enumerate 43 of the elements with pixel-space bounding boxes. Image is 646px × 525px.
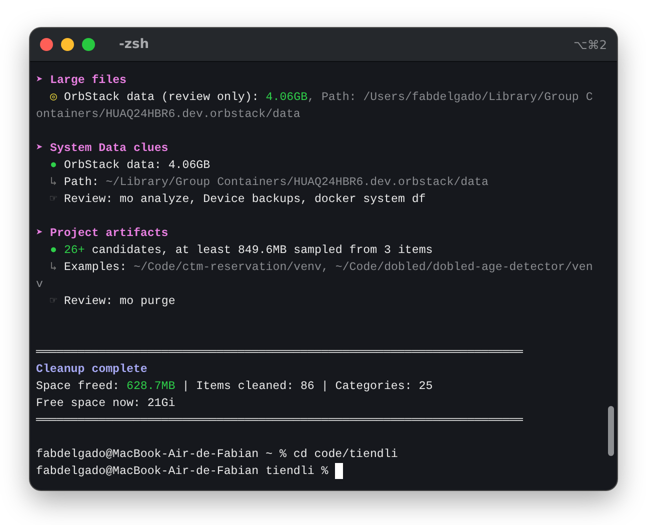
status-marker: ◎: [50, 90, 57, 106]
size-value: 628.7MB: [126, 379, 176, 395]
shortcut-label: ⌥⌘2: [574, 38, 607, 52]
text-cursor: [335, 463, 344, 479]
path-text: ~/Library/Group Containers/HUAQ24HBR6.dev.orbstack/data: [106, 175, 488, 191]
close-button[interactable]: [40, 38, 53, 51]
path-text: ontainers/HUAQ24HBR6.dev.orbstack/data: [36, 107, 300, 123]
output-text: fabdelgado@MacBook-Air-de-Fabian ~ % cd code/tiendli: [36, 447, 398, 463]
path-text: ~/Code/ctm-reservation/venv, ~/Code/dobled/dobled-age-detector/ven: [134, 260, 593, 276]
list-marker: ☞: [50, 192, 57, 208]
window-title: -zsh: [119, 37, 150, 52]
output-text: OrbStack data (review only):: [64, 90, 259, 106]
output-text: Space freed:: [36, 379, 120, 395]
output-text: | Items cleaned: 86 | Categories: 25: [182, 379, 433, 395]
list-marker: ☞: [50, 294, 57, 310]
output-text: Review: mo purge: [64, 294, 176, 310]
size-value: 26+: [64, 243, 85, 259]
separator-line: ══════════════════════════════════════════════════════════════════════: [36, 345, 524, 361]
list-marker: ↳: [50, 175, 57, 191]
list-marker: ↳: [50, 260, 57, 276]
output-text: Path:: [64, 175, 99, 191]
output-text: OrbStack data: 4.06GB: [64, 158, 210, 174]
section-heading: Project artifacts: [50, 226, 168, 242]
status-marker: ●: [50, 158, 57, 174]
summary-title: Cleanup complete: [36, 362, 148, 378]
size-value: 4.06GB: [266, 90, 308, 106]
output-text: Examples:: [64, 260, 127, 276]
output-text: Free space now: 21Gi: [36, 396, 176, 412]
heading-marker: ➤: [36, 226, 43, 242]
minimize-button[interactable]: [61, 38, 74, 51]
path-text: , Path: /Users/fabdelgado/Library/Group C: [308, 90, 593, 106]
output-text: candidates, at least 849.6MB sampled from 3 items: [92, 243, 433, 259]
separator-line: ══════════════════════════════════════════════════════════════════════: [36, 413, 524, 429]
output-text: fabdelgado@MacBook-Air-de-Fabian tiendli %: [36, 464, 328, 480]
scrollbar-thumb[interactable]: [608, 406, 614, 456]
heading-marker: ➤: [36, 141, 43, 157]
status-marker: ●: [50, 243, 57, 259]
heading-marker: ➤: [36, 73, 43, 89]
section-heading: Large files: [50, 73, 127, 89]
path-text: v: [36, 277, 43, 293]
output-text: Review: mo analyze, Device backups, docker system df: [64, 192, 426, 208]
zoom-button[interactable]: [82, 38, 95, 51]
section-heading: System Data clues: [50, 141, 168, 157]
